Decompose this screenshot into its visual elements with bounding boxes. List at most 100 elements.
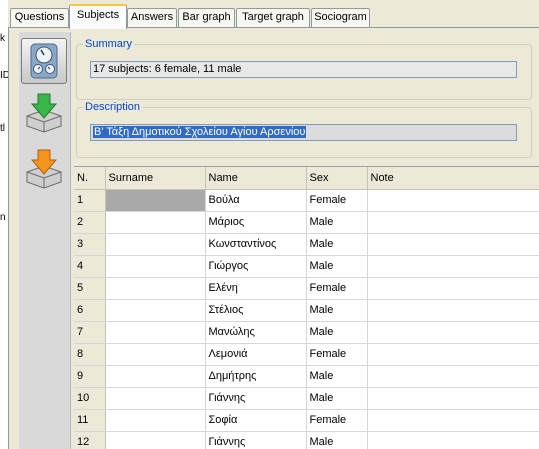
row-number-cell[interactable]: 5 <box>74 277 106 300</box>
table-row[interactable]: 6 Στέλιος Male <box>74 299 539 322</box>
row-number-cell[interactable]: 3 <box>74 233 106 256</box>
column-header-surname[interactable]: Surname <box>105 167 206 190</box>
sex-cell[interactable]: Female <box>306 409 368 432</box>
sex-cell[interactable]: Male <box>306 431 368 449</box>
table-row[interactable]: 11 Σοφία Female <box>74 409 539 432</box>
table-row[interactable]: 7 Μανώλης Male <box>74 321 539 344</box>
name-cell[interactable]: Λεμονιά <box>205 343 307 366</box>
edge-fragment: n <box>0 212 6 223</box>
surname-cell[interactable] <box>105 343 206 366</box>
row-number-cell[interactable]: 2 <box>74 211 106 234</box>
sex-cell[interactable]: Female <box>306 343 368 366</box>
surname-cell[interactable] <box>105 189 206 212</box>
row-number-cell[interactable]: 12 <box>74 431 106 449</box>
summary-group: Summary 17 subjects: 6 female, 11 male <box>76 38 532 100</box>
tab-subjects[interactable]: Subjects <box>69 4 127 29</box>
name-cell[interactable]: Ελένη <box>205 277 307 300</box>
subjects-panel: Summary 17 subjects: 6 female, 11 male D… <box>8 28 539 449</box>
description-text: Β' Τάξη Δημοτικού Σχολείου Αγίου Αρσενίο… <box>93 126 307 138</box>
name-cell[interactable]: Μάριος <box>205 211 307 234</box>
name-cell[interactable]: Γιάννης <box>205 387 307 410</box>
sex-cell[interactable]: Male <box>306 233 368 256</box>
surname-cell[interactable] <box>105 277 206 300</box>
table-row[interactable]: 5 Ελένη Female <box>74 277 539 300</box>
name-cell[interactable]: Στέλιος <box>205 299 307 322</box>
edge-fragment: ID <box>0 70 8 81</box>
tab-sociogram[interactable]: Sociogram <box>311 8 370 27</box>
table-row[interactable]: 8 Λεμονιά Female <box>74 343 539 366</box>
note-cell[interactable] <box>367 255 539 278</box>
import-green-arrow-icon[interactable] <box>21 90 67 136</box>
row-number-cell[interactable]: 7 <box>74 321 106 344</box>
surname-cell[interactable] <box>105 299 206 322</box>
name-cell[interactable]: Μανώλης <box>205 321 307 344</box>
name-cell[interactable]: Δημήτρης <box>205 365 307 388</box>
surname-cell[interactable] <box>105 233 206 256</box>
column-header-name[interactable]: Name <box>205 167 307 190</box>
tab-strip: Questions Subjects Answers Bar graph Tar… <box>8 0 539 29</box>
tab-target-graph[interactable]: Target graph <box>236 8 310 27</box>
column-header-n[interactable]: N. <box>74 167 106 190</box>
table-row[interactable]: 12 Γιάννης Male <box>74 431 539 449</box>
table-row[interactable]: 3 Κωνσταντίνος Male <box>74 233 539 256</box>
row-number-cell[interactable]: 4 <box>74 255 106 278</box>
surname-cell[interactable] <box>105 211 206 234</box>
edge-fragment: k <box>0 33 5 44</box>
sex-cell[interactable]: Female <box>306 277 368 300</box>
table-row[interactable]: 4 Γιώργος Male <box>74 255 539 278</box>
summary-title: Summary <box>83 38 135 51</box>
name-cell[interactable]: Κωνσταντίνος <box>205 233 307 256</box>
row-number-cell[interactable]: 11 <box>74 409 106 432</box>
sex-cell[interactable]: Male <box>306 321 368 344</box>
note-cell[interactable] <box>367 189 539 212</box>
row-number-cell[interactable]: 8 <box>74 343 106 366</box>
surname-cell[interactable] <box>105 321 206 344</box>
note-cell[interactable] <box>367 431 539 449</box>
column-header-note[interactable]: Note <box>367 167 539 190</box>
export-orange-arrow-icon[interactable] <box>21 146 67 192</box>
sex-cell[interactable]: Female <box>306 189 368 212</box>
sex-cell[interactable]: Male <box>306 211 368 234</box>
note-cell[interactable] <box>367 321 539 344</box>
sex-cell[interactable]: Male <box>306 365 368 388</box>
row-number-cell[interactable]: 9 <box>74 365 106 388</box>
note-cell[interactable] <box>367 277 539 300</box>
name-cell[interactable]: Γιώργος <box>205 255 307 278</box>
description-group: Description Β' Τάξη Δημοτικού Σχολείου Α… <box>76 101 532 158</box>
description-field[interactable]: Β' Τάξη Δημοτικού Σχολείου Αγίου Αρσενίο… <box>90 124 517 141</box>
row-number-cell[interactable]: 6 <box>74 299 106 322</box>
subjects-grid: N. Surname Name Sex Note 1 Βούλα Female 2 Μά… <box>74 166 539 449</box>
sex-cell[interactable]: Male <box>306 255 368 278</box>
edge-fragment: tl <box>0 123 5 134</box>
table-row[interactable]: 9 Δημήτρης Male <box>74 365 539 388</box>
note-cell[interactable] <box>367 233 539 256</box>
tab-questions[interactable]: Questions <box>10 8 69 27</box>
note-cell[interactable] <box>367 343 539 366</box>
surname-cell[interactable] <box>105 365 206 388</box>
surname-cell[interactable] <box>105 409 206 432</box>
surname-cell[interactable] <box>105 387 206 410</box>
gauge-icon[interactable] <box>21 38 67 84</box>
note-cell[interactable] <box>367 387 539 410</box>
surname-cell[interactable] <box>105 431 206 449</box>
row-number-cell[interactable]: 10 <box>74 387 106 410</box>
table-row[interactable]: 2 Μάριος Male <box>74 211 539 234</box>
name-cell[interactable]: Σοφία <box>205 409 307 432</box>
sex-cell[interactable]: Male <box>306 387 368 410</box>
name-cell[interactable]: Βούλα <box>205 189 307 212</box>
name-cell[interactable]: Γιάννης <box>205 431 307 449</box>
tab-bar-graph[interactable]: Bar graph <box>178 8 235 27</box>
background-window-edge: k ID tl n <box>0 0 8 449</box>
grid-body: 1 Βούλα Female 2 Μάριος Male 3 Κωνσταντίνος Male… <box>74 189 539 449</box>
tab-answers[interactable]: Answers <box>127 8 177 27</box>
row-number-cell[interactable]: 1 <box>74 189 106 212</box>
note-cell[interactable] <box>367 365 539 388</box>
note-cell[interactable] <box>367 409 539 432</box>
table-row[interactable]: 1 Βούλα Female <box>74 189 539 212</box>
column-header-sex[interactable]: Sex <box>306 167 368 190</box>
note-cell[interactable] <box>367 211 539 234</box>
surname-cell[interactable] <box>105 255 206 278</box>
note-cell[interactable] <box>367 299 539 322</box>
table-row[interactable]: 10 Γιάννης Male <box>74 387 539 410</box>
sex-cell[interactable]: Male <box>306 299 368 322</box>
